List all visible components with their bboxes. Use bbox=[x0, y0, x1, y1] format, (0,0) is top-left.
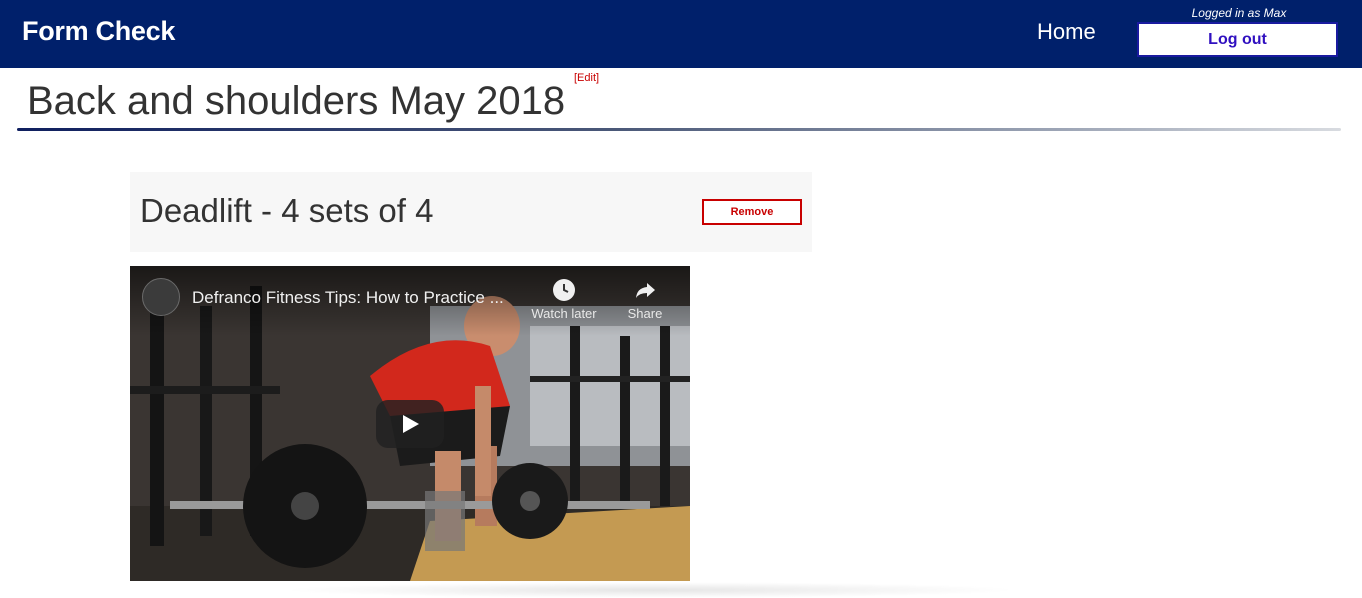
exercise-title: Deadlift - 4 sets of 4 bbox=[140, 192, 434, 229]
logged-in-status: Logged in as Max bbox=[1191, 6, 1287, 20]
page-title: Back and shoulders May 2018 bbox=[27, 79, 566, 123]
play-icon bbox=[403, 415, 419, 433]
footer-shadow bbox=[280, 582, 1020, 598]
watch-later-label: Watch later bbox=[531, 306, 597, 321]
edit-title-link[interactable]: [Edit] bbox=[574, 72, 599, 84]
nav-home-link[interactable]: Home bbox=[1037, 19, 1096, 45]
exercise-card: Deadlift - 4 sets of 4 Remove bbox=[130, 172, 812, 252]
channel-logo[interactable] bbox=[142, 278, 180, 316]
share-label: Share bbox=[627, 306, 663, 321]
video-embed[interactable]: Defranco Fitness Tips: How to Practice .… bbox=[130, 266, 690, 581]
clock-icon bbox=[553, 279, 575, 301]
title-divider bbox=[17, 128, 1341, 131]
logout-button[interactable]: Log out bbox=[1137, 22, 1338, 57]
share-arrow-icon bbox=[636, 283, 655, 298]
brand-logo[interactable]: Form Check bbox=[22, 16, 175, 47]
top-navbar: Form Check Home Logged in as Max Log out bbox=[0, 0, 1362, 68]
watch-later-button[interactable]: Watch later bbox=[528, 278, 600, 321]
share-button[interactable]: Share bbox=[620, 278, 670, 321]
play-button[interactable] bbox=[376, 400, 444, 448]
remove-exercise-button[interactable]: Remove bbox=[702, 199, 802, 225]
video-title[interactable]: Defranco Fitness Tips: How to Practice .… bbox=[192, 288, 504, 308]
